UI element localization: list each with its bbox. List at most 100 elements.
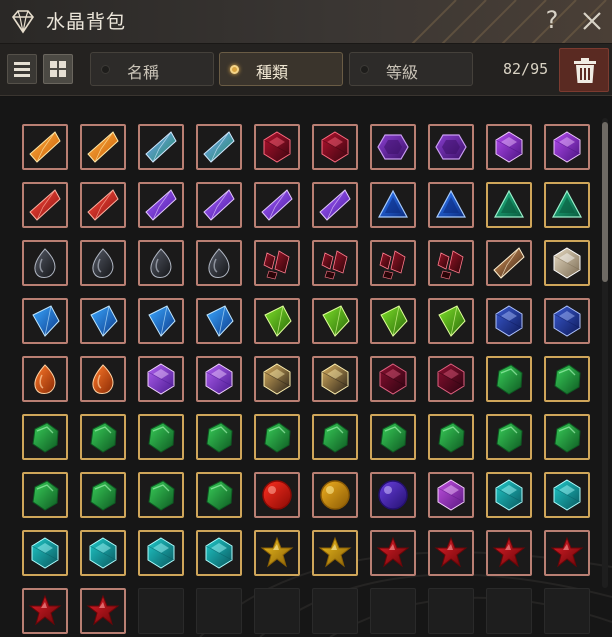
inventory-slot[interactable]: [312, 298, 358, 344]
inventory-slot[interactable]: [428, 182, 474, 228]
inventory-slot[interactable]: [370, 530, 416, 576]
empty-slot[interactable]: [370, 588, 416, 634]
inventory-slot[interactable]: [138, 240, 184, 286]
inventory-slot[interactable]: [544, 530, 590, 576]
inventory-slot[interactable]: [138, 356, 184, 402]
help-button[interactable]: ?: [538, 4, 566, 36]
inventory-slot[interactable]: [544, 414, 590, 460]
empty-slot[interactable]: [196, 588, 242, 634]
inventory-slot[interactable]: [544, 298, 590, 344]
sort-by-type-button[interactable]: 種類: [219, 52, 343, 86]
inventory-slot[interactable]: [312, 472, 358, 518]
grid-view-button[interactable]: [43, 54, 73, 84]
inventory-slot[interactable]: [370, 472, 416, 518]
inventory-slot[interactable]: [544, 240, 590, 286]
inventory-slot[interactable]: [254, 124, 300, 170]
inventory-slot[interactable]: [138, 182, 184, 228]
inventory-slot[interactable]: [22, 356, 68, 402]
inventory-slot[interactable]: [428, 240, 474, 286]
close-icon[interactable]: [576, 5, 608, 37]
inventory-slot[interactable]: [254, 414, 300, 460]
inventory-slot[interactable]: [486, 472, 532, 518]
inventory-slot[interactable]: [196, 240, 242, 286]
inventory-slot[interactable]: [254, 530, 300, 576]
empty-slot[interactable]: [254, 588, 300, 634]
emerald-rough-icon: [554, 422, 581, 453]
inventory-slot[interactable]: [138, 298, 184, 344]
inventory-slot[interactable]: [486, 298, 532, 344]
inventory-slot[interactable]: [544, 356, 590, 402]
inventory-slot[interactable]: [370, 414, 416, 460]
sort-by-name-button[interactable]: 名稱: [90, 52, 214, 86]
inventory-slot[interactable]: [196, 472, 242, 518]
inventory-slot[interactable]: [312, 356, 358, 402]
scrollbar-thumb[interactable]: [602, 122, 608, 282]
inventory-slot[interactable]: [370, 356, 416, 402]
inventory-slot[interactable]: [196, 414, 242, 460]
inventory-slot[interactable]: [312, 182, 358, 228]
inventory-slot[interactable]: [80, 182, 126, 228]
inventory-slot[interactable]: [254, 298, 300, 344]
inventory-slot[interactable]: [370, 182, 416, 228]
empty-slot[interactable]: [544, 588, 590, 634]
inventory-slot[interactable]: [196, 298, 242, 344]
inventory-slot[interactable]: [486, 414, 532, 460]
inventory-slot[interactable]: [80, 588, 126, 634]
inventory-slot[interactable]: [196, 530, 242, 576]
inventory-slot[interactable]: [486, 182, 532, 228]
inventory-slot[interactable]: [370, 124, 416, 170]
inventory-slot[interactable]: [22, 124, 68, 170]
inventory-slot[interactable]: [138, 414, 184, 460]
inventory-slot[interactable]: [428, 472, 474, 518]
inventory-slot[interactable]: [428, 356, 474, 402]
inventory-slot[interactable]: [370, 240, 416, 286]
inventory-slot[interactable]: [312, 124, 358, 170]
inventory-slot[interactable]: [312, 414, 358, 460]
inventory-slot[interactable]: [22, 588, 68, 634]
inventory-slot[interactable]: [80, 356, 126, 402]
sort-by-level-button[interactable]: 等級: [349, 52, 473, 86]
inventory-slot[interactable]: [80, 298, 126, 344]
inventory-slot[interactable]: [544, 124, 590, 170]
empty-slot[interactable]: [138, 588, 184, 634]
inventory-slot[interactable]: [22, 240, 68, 286]
inventory-slot[interactable]: [80, 124, 126, 170]
inventory-slot[interactable]: [80, 240, 126, 286]
inventory-slot[interactable]: [138, 472, 184, 518]
empty-slot[interactable]: [312, 588, 358, 634]
inventory-slot[interactable]: [80, 472, 126, 518]
inventory-slot[interactable]: [254, 356, 300, 402]
inventory-slot[interactable]: [312, 530, 358, 576]
inventory-slot[interactable]: [486, 124, 532, 170]
inventory-slot[interactable]: [312, 240, 358, 286]
inventory-slot[interactable]: [254, 182, 300, 228]
inventory-slot[interactable]: [486, 530, 532, 576]
inventory-slot[interactable]: [22, 414, 68, 460]
inventory-slot[interactable]: [196, 356, 242, 402]
inventory-slot[interactable]: [138, 124, 184, 170]
inventory-slot[interactable]: [196, 182, 242, 228]
inventory-slot[interactable]: [22, 298, 68, 344]
inventory-slot[interactable]: [370, 298, 416, 344]
inventory-slot[interactable]: [428, 298, 474, 344]
inventory-slot[interactable]: [254, 472, 300, 518]
inventory-slot[interactable]: [254, 240, 300, 286]
inventory-slot[interactable]: [22, 472, 68, 518]
inventory-slot[interactable]: [544, 472, 590, 518]
inventory-slot[interactable]: [22, 530, 68, 576]
inventory-slot[interactable]: [428, 414, 474, 460]
inventory-slot[interactable]: [428, 530, 474, 576]
inventory-slot[interactable]: [196, 124, 242, 170]
inventory-slot[interactable]: [486, 356, 532, 402]
list-view-button[interactable]: [7, 54, 37, 84]
inventory-slot[interactable]: [80, 414, 126, 460]
inventory-slot[interactable]: [428, 124, 474, 170]
empty-slot[interactable]: [428, 588, 474, 634]
inventory-slot[interactable]: [486, 240, 532, 286]
empty-slot[interactable]: [486, 588, 532, 634]
delete-button[interactable]: [559, 48, 609, 92]
inventory-slot[interactable]: [138, 530, 184, 576]
inventory-slot[interactable]: [544, 182, 590, 228]
inventory-slot[interactable]: [22, 182, 68, 228]
inventory-slot[interactable]: [80, 530, 126, 576]
